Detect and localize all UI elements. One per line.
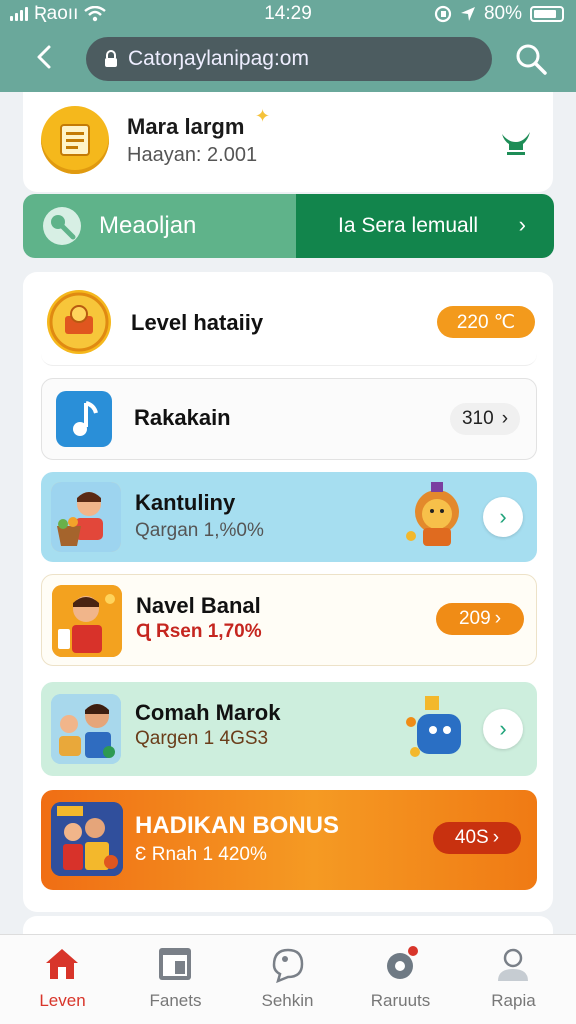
lock-icon xyxy=(105,50,117,67)
home-icon xyxy=(46,949,78,979)
kantuliny-go-button[interactable]: › xyxy=(483,497,523,537)
list-item-level[interactable]: Level hataiiy 220 ℃ xyxy=(41,282,537,366)
hadikan-bonus-title: HADIKAN BONUS xyxy=(135,812,339,839)
family-thumbnail xyxy=(51,694,121,764)
tab-raruuts[interactable]: Raruuts xyxy=(343,935,458,1024)
sparkle-icon: ✦ xyxy=(255,106,271,126)
rakakain-value-text: 310 xyxy=(461,408,494,429)
comah-marok-go-button[interactable]: › xyxy=(483,709,523,749)
profile-icon xyxy=(498,948,528,981)
profile-sub: Haayan: 2.001 xyxy=(127,144,258,166)
level-badge: 220 ℃ xyxy=(437,306,535,338)
list-item-hadikan-bonus[interactable]: HADIKAN BONUS Ɛ Rnah 1 420% 40S › xyxy=(41,790,537,890)
tab-raruuts-label: Raruuts xyxy=(370,991,431,1010)
hadikan-bonus-badge-text: 40S xyxy=(454,827,489,848)
top-bar: Ʀaoıı 14:29 80% Catoŋaylanipag:om xyxy=(0,0,576,92)
chevron-right-icon: › xyxy=(518,212,526,237)
window-icon xyxy=(159,948,191,980)
tab-fanets[interactable]: Fanets xyxy=(118,935,233,1024)
navel-banal-badge-text: 209 xyxy=(458,608,491,629)
tab-sehkin-label: Sehkin xyxy=(261,991,314,1010)
bonus-family-thumbnail xyxy=(51,802,123,876)
bottom-nav: Leven Fanets Sehkin Raruuts Rapia xyxy=(0,934,576,1024)
music-note-icon xyxy=(56,391,112,447)
status-right: 80% xyxy=(434,3,564,25)
bird-icon[interactable] xyxy=(499,128,533,158)
list-item-kantuliny[interactable]: Kantuliny Qargan 1,%0% › xyxy=(41,472,537,562)
browser-nav: Catoŋaylanipag:om xyxy=(0,32,576,86)
url-text: Catoŋaylanipag:om xyxy=(128,47,309,70)
rakakain-value: 310 › xyxy=(450,403,520,435)
search-icon[interactable] xyxy=(514,42,548,76)
chevron-right-icon: › xyxy=(492,827,500,848)
url-bar[interactable]: Catoŋaylanipag:om xyxy=(86,37,492,81)
next-card-peek xyxy=(23,916,553,936)
hadikan-bonus-badge[interactable]: 40S › xyxy=(433,822,521,854)
person-basket-thumbnail xyxy=(51,482,121,552)
battery-percent: 80% xyxy=(483,3,522,24)
back-arrow-icon[interactable] xyxy=(30,42,60,72)
list-item-comah-marok[interactable]: Comah Marok Qargen 1 4GS3 › xyxy=(41,682,537,776)
profile-name: Mara largm xyxy=(127,114,245,139)
navel-banal-badge[interactable]: 209 › xyxy=(436,603,524,635)
list-item-navel-banal[interactable]: Navel Banal Ɋ Rsen 1,70% 209 › xyxy=(41,574,537,666)
status-bar: Ʀaoıı 14:29 80% xyxy=(0,0,576,26)
tab-leven[interactable]: Leven xyxy=(5,935,120,1024)
lion-mascot-icon xyxy=(406,482,459,546)
person-phone-thumbnail xyxy=(52,585,122,657)
hadikan-bonus-sub: Ɛ Rnah 1 420% xyxy=(135,844,267,865)
comah-marok-sub: Qargen 1 4GS3 xyxy=(135,728,269,749)
meaoljan-button[interactable]: Meaoljan xyxy=(23,194,296,258)
chevron-right-icon: › xyxy=(501,408,509,429)
comah-marok-title: Comah Marok xyxy=(135,700,281,725)
blue-mascot-icon xyxy=(406,696,461,757)
tab-sehkin[interactable]: Sehkin xyxy=(230,935,345,1024)
settings-icon xyxy=(387,946,418,979)
sera-lemuall-label: Ia Sera lemuall xyxy=(338,214,479,237)
rakakain-title: Rakakain xyxy=(134,405,231,430)
navel-banal-sub: Ɋ Rsen 1,70% xyxy=(136,621,262,642)
navel-banal-title: Navel Banal xyxy=(136,593,261,618)
kantuliny-sub: Qargan 1,%0% xyxy=(135,520,264,541)
level-title: Level hataiiy xyxy=(131,310,264,335)
tab-leven-label: Leven xyxy=(39,991,86,1010)
orientation-lock-icon xyxy=(434,5,452,23)
location-icon xyxy=(460,7,475,21)
rewards-panel: Level hataiiy 220 ℃ Rakakain 310 › Kantu… xyxy=(23,272,553,912)
notes-coin-icon xyxy=(41,106,109,174)
tab-rapia[interactable]: Rapia xyxy=(456,935,571,1024)
chevron-right-icon: › xyxy=(494,608,502,629)
kantuliny-title: Kantuliny xyxy=(135,490,236,515)
meaoljan-label: Meaoljan xyxy=(99,212,197,239)
tab-fanets-label: Fanets xyxy=(149,991,202,1010)
battery-icon xyxy=(530,6,564,22)
list-item-rakakain[interactable]: Rakakain 310 › xyxy=(41,378,537,460)
sera-lemuall-button[interactable]: Ia Sera lemuall › xyxy=(296,194,554,258)
tools-icon xyxy=(43,207,81,245)
tab-rapia-label: Rapia xyxy=(491,991,536,1010)
trophy-coin-icon xyxy=(47,290,111,354)
chat-icon xyxy=(272,948,304,983)
profile-card[interactable]: Mara largm ✦ Haayan: 2.001 xyxy=(23,92,553,192)
